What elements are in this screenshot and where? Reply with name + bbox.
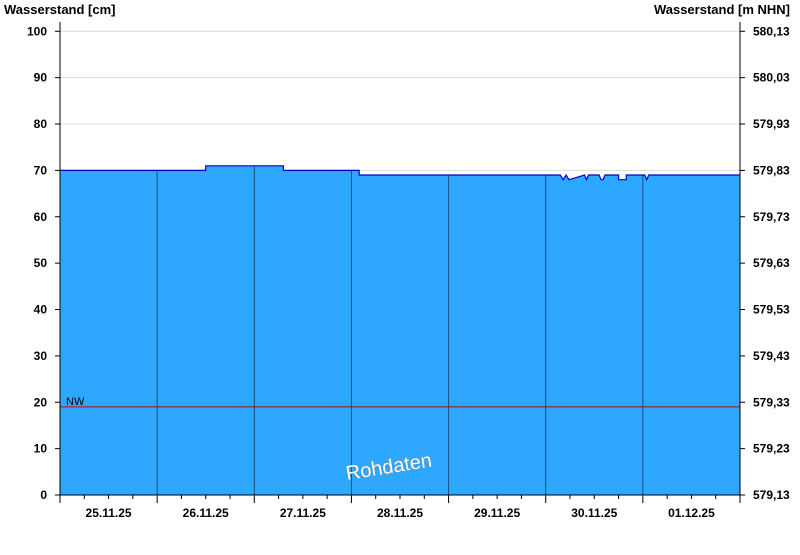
y-tick-label-left: 70 (34, 163, 48, 177)
reference-label-nw: NW (66, 396, 85, 408)
x-tick-label: 25.11.25 (86, 506, 132, 520)
y-tick-label-left: 80 (34, 117, 48, 131)
y-tick-label-right: 579,13 (753, 488, 790, 502)
y-tick-label-right: 579,33 (753, 395, 790, 409)
chart-svg: NW 0 579,13 10 579,23 20 579,33 30 579,43 40 579,… (4, 2, 790, 520)
y-tick-label-right: 579,23 (753, 442, 790, 456)
y-tick-label-left: 20 (34, 395, 48, 409)
y-tick-label-left: 30 (34, 349, 48, 363)
y-tick-label-left: 0 (40, 488, 47, 502)
y-tick-label-right: 579,93 (753, 117, 790, 131)
y-tick-label-right: 579,63 (753, 256, 790, 270)
y-tick-label-left: 90 (34, 71, 48, 85)
y-tick-label-left: 60 (34, 210, 48, 224)
y-tick-label-left: 50 (34, 256, 48, 270)
y-tick-label-right: 579,73 (753, 210, 790, 224)
y-axis-right-title: Wasserstand [m NHN] (654, 2, 790, 17)
x-tick-label: 27.11.25 (280, 506, 326, 520)
x-tick-label: 26.11.25 (183, 506, 229, 520)
x-tick-label: 28.11.25 (377, 506, 423, 520)
water-level-chart: NW 0 579,13 10 579,23 20 579,33 30 579,43 40 579,… (0, 0, 800, 550)
y-tick-label-left: 10 (34, 442, 48, 456)
x-tick-label: 30.11.25 (571, 506, 617, 520)
y-tick-label-left: 40 (34, 303, 48, 317)
y-tick-label-right: 580,13 (753, 24, 790, 38)
x-tick-label: 29.11.25 (474, 506, 520, 520)
x-tick-label: 01.12.25 (668, 506, 715, 520)
y-tick-label-right: 579,43 (753, 349, 790, 363)
y-tick-label-right: 580,03 (753, 71, 790, 85)
y-axis-left-title: Wasserstand [cm] (4, 2, 116, 17)
y-tick-label-right: 579,53 (753, 303, 790, 317)
y-tick-label-left: 100 (27, 24, 47, 38)
water-level-area (60, 165, 740, 496)
y-tick-label-right: 579,83 (753, 163, 790, 177)
